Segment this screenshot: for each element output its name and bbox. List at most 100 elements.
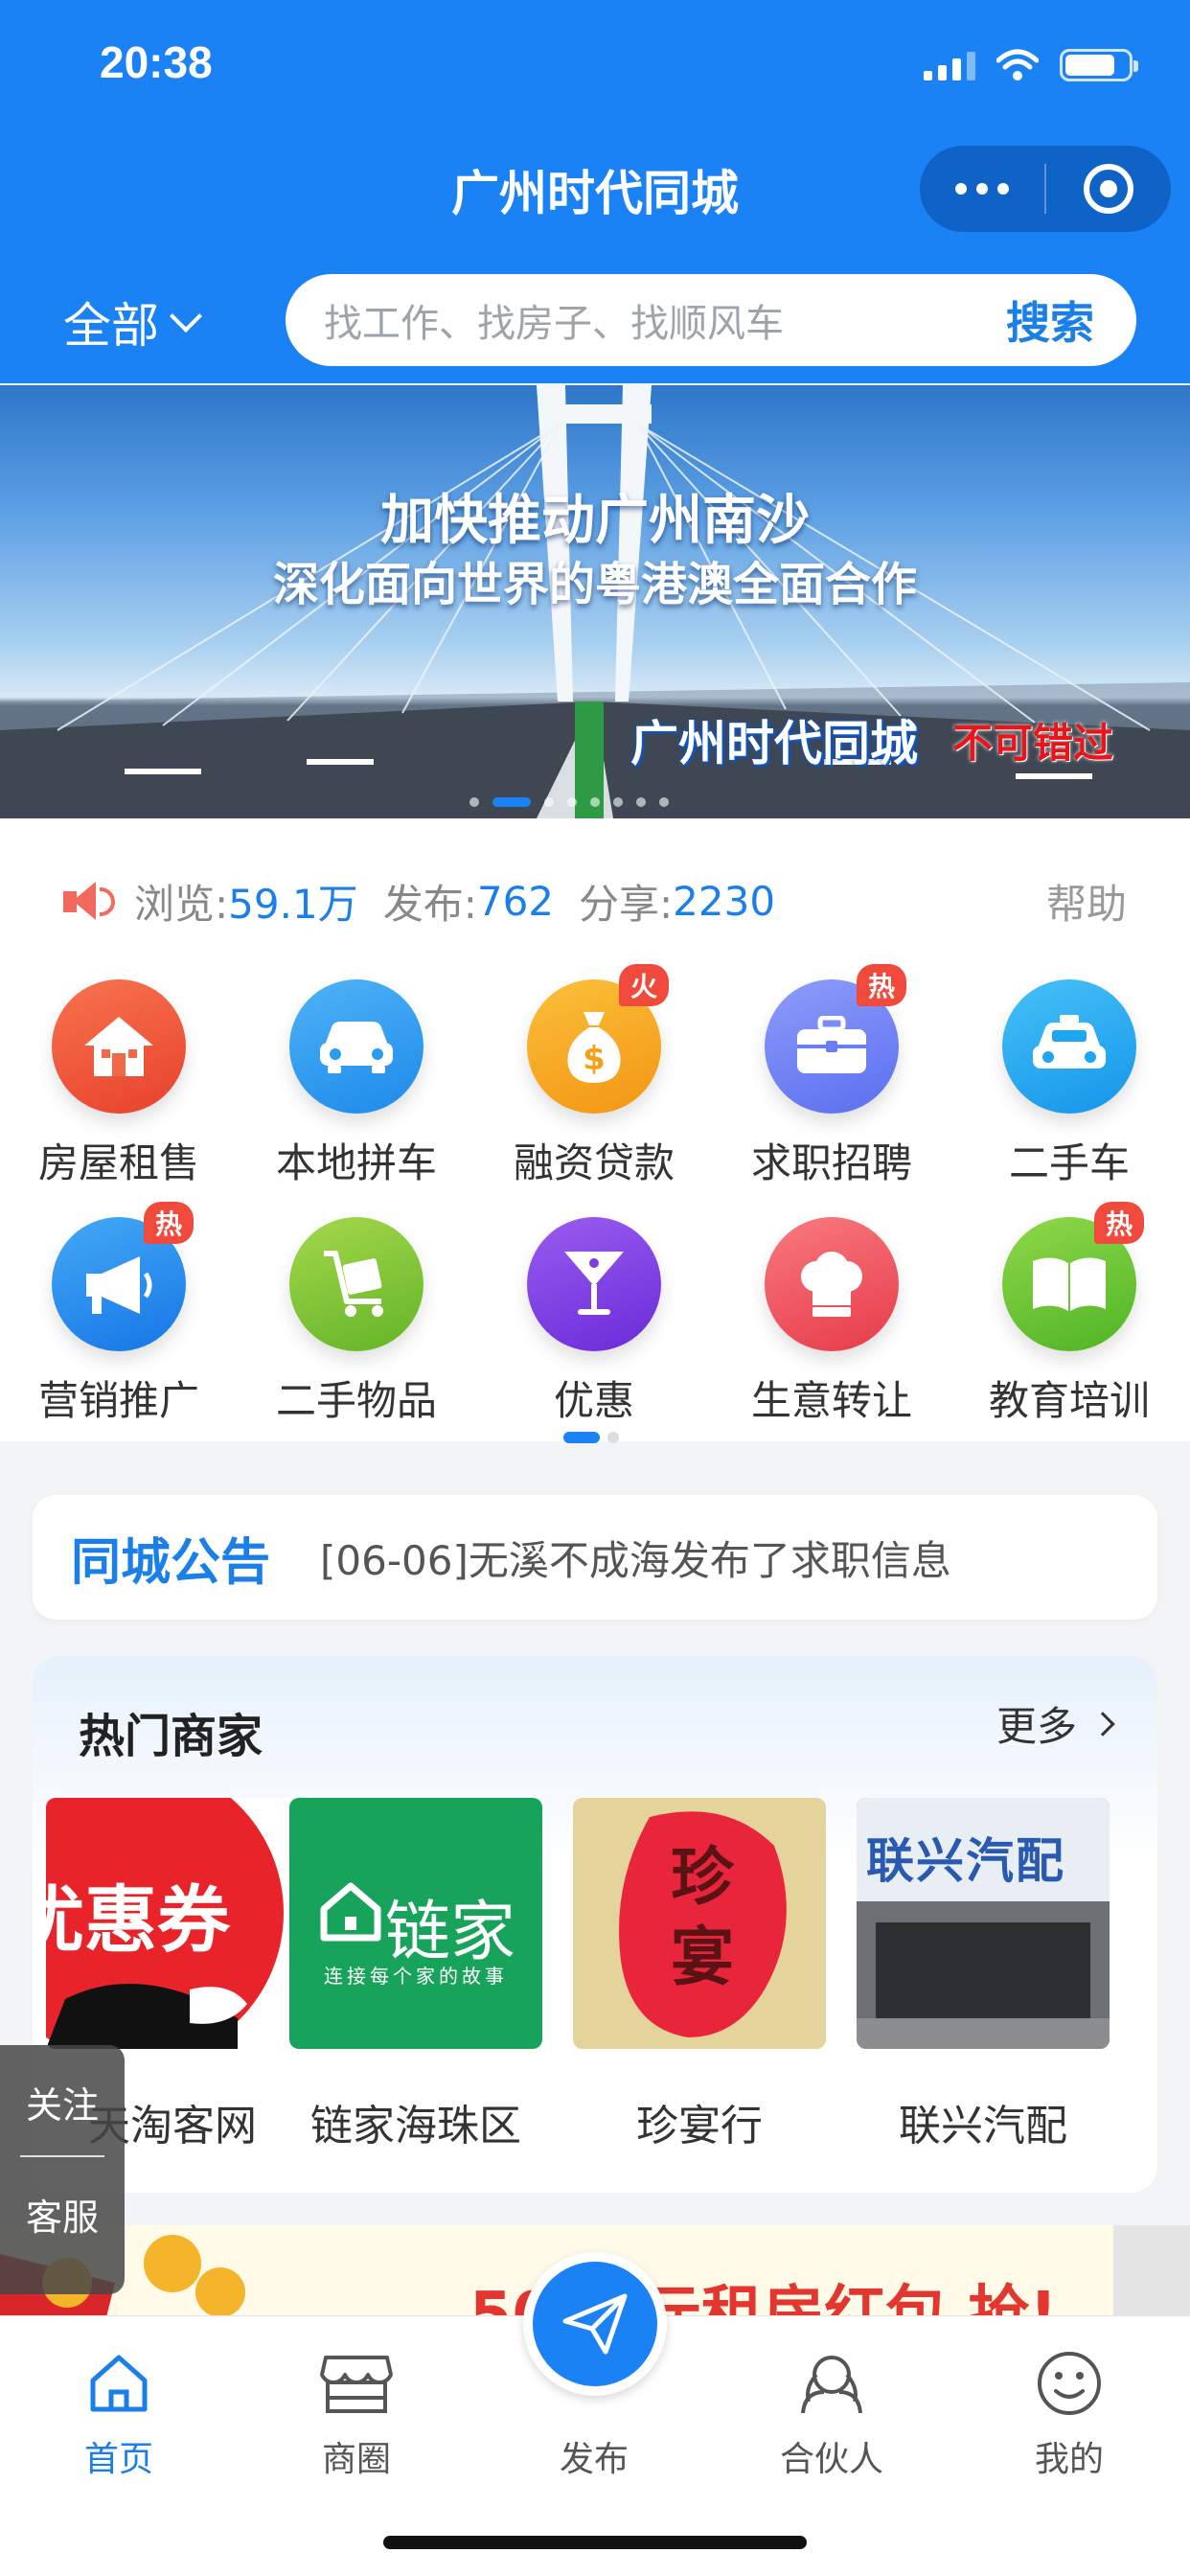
chevron-right-icon <box>1090 1711 1115 1736</box>
search-bar[interactable]: 找工作、找房子、找顺风车 搜索 <box>286 274 1136 366</box>
carousel-dot <box>590 797 600 807</box>
posts-value: 762 <box>476 878 555 925</box>
category-second-hand[interactable]: 二手物品 <box>238 1217 475 1427</box>
help-link[interactable]: 帮助 <box>1046 872 1127 931</box>
search-input[interactable]: 找工作、找房子、找顺风车 <box>324 292 1006 348</box>
category-marketing[interactable]: 热 营销推广 <box>0 1202 238 1427</box>
status-icons <box>924 46 1138 84</box>
category-education[interactable]: 热 教育培训 <box>950 1202 1188 1427</box>
category-label: 二手车 <box>1008 1139 1130 1186</box>
search-button[interactable]: 搜索 <box>1006 288 1094 352</box>
merchant-logo-text: 珍宴 <box>671 1839 734 1994</box>
banner-slogan: 不可错过 <box>952 720 1114 767</box>
merchant-name: 珍宴行 <box>636 2102 763 2150</box>
pager-dot <box>607 1432 619 1443</box>
tab-partner[interactable]: 合伙人 <box>736 2345 927 2481</box>
car-icon <box>289 979 423 1114</box>
tab-label: 合伙人 <box>779 2440 883 2479</box>
category-business-transfer[interactable]: 生意转让 <box>713 1217 950 1427</box>
more-label: 更多 <box>995 1703 1077 1750</box>
money-bag-icon: $ 火 <box>527 964 669 1114</box>
carousel-dot <box>469 797 479 807</box>
category-label: 融资贷款 <box>513 1139 675 1186</box>
cocktail-icon <box>527 1217 661 1351</box>
tab-label: 我的 <box>1034 2440 1104 2479</box>
category-jobs[interactable]: 热 求职招聘 <box>713 964 950 1189</box>
carousel-dot <box>636 797 646 807</box>
hot-badge: 热 <box>856 964 906 1006</box>
app-header: 20:38 广州时代同城 全部 找工作、找房子、找顺风车 搜索 <box>0 0 1190 383</box>
merchant-image-text: 优惠券 <box>46 1877 230 1963</box>
book-icon: 热 <box>1002 1202 1144 1351</box>
wifi-icon <box>996 49 1039 80</box>
floating-divider <box>20 2155 104 2157</box>
smile-icon <box>973 2345 1165 2422</box>
carousel-dot <box>613 797 623 807</box>
carousel-dot-active <box>492 797 531 807</box>
publish-button[interactable] <box>523 2252 667 2396</box>
category-label: 房屋租售 <box>37 1139 199 1186</box>
carousel-dot <box>544 797 554 807</box>
tab-mine[interactable]: 我的 <box>973 2345 1165 2481</box>
shares-label: 分享: <box>579 881 674 928</box>
merchant-card[interactable]: 链家 连接每个家的故事 链家海珠区 <box>289 1798 542 2152</box>
category-label: 求职招聘 <box>750 1139 912 1186</box>
carousel-dot <box>567 797 577 807</box>
region-selector[interactable]: 全部 <box>63 288 202 356</box>
hot-badge: 火 <box>618 964 669 1006</box>
merchant-name: 链家海珠区 <box>310 2102 521 2150</box>
megaphone-icon: 热 <box>52 1202 194 1351</box>
category-label: 二手物品 <box>275 1377 437 1424</box>
mini-program-capsule <box>920 146 1171 232</box>
customer-service-button[interactable]: 客服 <box>26 2188 99 2241</box>
category-loans[interactable]: $ 火 融资贷款 <box>475 964 713 1189</box>
tab-label: 发布 <box>559 2440 629 2479</box>
merchant-image: 链家 连接每个家的故事 <box>289 1798 542 2049</box>
merchant-logo-text: 链家 <box>385 1895 516 1970</box>
carousel-dots <box>469 797 669 807</box>
taxi-icon <box>1002 979 1136 1114</box>
category-house-rental[interactable]: 房屋租售 <box>0 979 238 1189</box>
home-indicator[interactable] <box>383 2536 807 2549</box>
tab-business-circle[interactable]: 商圈 <box>261 2345 452 2481</box>
notice-bar[interactable]: 同城公告 [06-06]无溪不成海发布了求职信息 <box>33 1495 1157 1620</box>
tab-home[interactable]: 首页 <box>23 2345 215 2481</box>
briefcase-icon: 热 <box>765 964 906 1114</box>
merchant-image: 联兴汽配 <box>857 1798 1110 2049</box>
close-target-icon[interactable] <box>1046 146 1171 232</box>
merchant-card[interactable]: 珍宴 珍宴行 <box>573 1798 826 2152</box>
views-value: 59.1万 <box>228 881 358 928</box>
tab-label: 商圈 <box>321 2440 391 2479</box>
hot-badge: 热 <box>1093 1202 1144 1244</box>
views-label: 浏览: <box>134 881 229 928</box>
merchant-card[interactable]: 联兴汽配 联兴汽配 <box>857 1798 1110 2152</box>
chef-hat-icon <box>765 1217 899 1351</box>
notice-text: [06-06]无溪不成海发布了求职信息 <box>320 1536 951 1584</box>
banner-brand: 广州时代同城 <box>630 715 918 771</box>
section-title: 热门商家 <box>79 1710 263 1763</box>
more-link[interactable]: 更多 <box>995 1694 1115 1753</box>
banner-carousel[interactable]: 加快推动广州南沙 深化面向世界的粤港澳全面合作 广州时代同城 不可错过 <box>0 385 1190 818</box>
category-label: 教育培训 <box>988 1377 1150 1424</box>
follow-button[interactable]: 关注 <box>26 2076 99 2128</box>
category-discounts[interactable]: 优惠 <box>475 1217 713 1427</box>
send-icon <box>562 2293 628 2355</box>
category-carpool[interactable]: 本地拼车 <box>238 979 475 1189</box>
signal-icon <box>924 50 975 80</box>
hot-badge: 热 <box>143 1202 194 1244</box>
speaker-icon <box>63 880 117 924</box>
merchant-image: 珍宴 <box>573 1798 826 2049</box>
category-label: 营销推广 <box>37 1377 199 1424</box>
shop-ground <box>857 2018 1110 2049</box>
home-icon <box>23 2345 215 2422</box>
battery-icon <box>1060 49 1138 81</box>
category-used-cars[interactable]: 二手车 <box>950 979 1188 1189</box>
more-dots-icon[interactable] <box>920 146 1044 232</box>
cart-icon <box>289 1217 423 1351</box>
shares-value: 2230 <box>673 878 776 925</box>
posts-label: 发布: <box>382 881 477 928</box>
status-time: 20:38 <box>100 37 213 87</box>
banner-subheadline: 深化面向世界的粤港澳全面合作 <box>272 558 917 611</box>
category-pager <box>563 1432 619 1443</box>
chevron-down-icon <box>170 300 202 333</box>
